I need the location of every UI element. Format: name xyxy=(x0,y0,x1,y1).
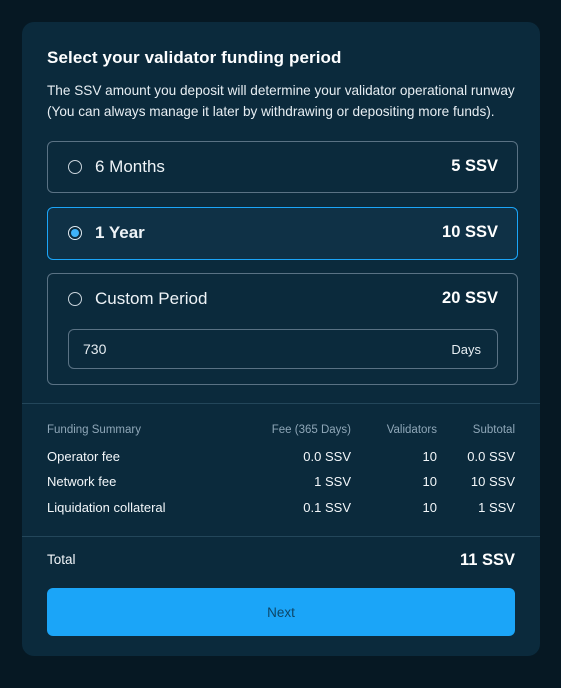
radio-1-year[interactable] xyxy=(68,226,82,240)
summary-row-label: Liquidation collateral xyxy=(47,500,166,515)
option-row: Custom Period 20 SSV xyxy=(48,274,517,325)
summary-row-validators: 10 xyxy=(422,474,437,489)
next-button[interactable]: Next xyxy=(47,588,515,636)
option-label: Custom Period xyxy=(95,289,208,308)
summary-row-subtotal: 10 SSV xyxy=(470,474,515,489)
summary-row-validators: 10 xyxy=(422,500,437,515)
summary-title: Funding Summary xyxy=(47,424,141,436)
summary-row-label: Operator fee xyxy=(47,449,120,464)
days-suffix: Days xyxy=(451,342,481,357)
option-row: 6 Months 5 SSV xyxy=(48,142,517,193)
radio-custom-period[interactable] xyxy=(68,292,82,306)
card-title: Select your validator funding period xyxy=(47,48,342,67)
summary-row-fee: 0.0 SSV xyxy=(303,449,351,464)
total-label: Total xyxy=(47,552,76,567)
option-6-months[interactable]: 6 Months 5 SSV xyxy=(47,141,518,193)
option-1-year[interactable]: 1 Year 10 SSV xyxy=(47,207,518,260)
summary-fee-header: Fee (365 Days) xyxy=(271,424,351,436)
option-row: 1 Year 10 SSV xyxy=(48,208,517,259)
summary-row-label: Network fee xyxy=(47,474,117,489)
summary-divider-bottom xyxy=(22,536,540,537)
card-description: The SSV amount you deposit will determin… xyxy=(47,83,515,119)
summary-row-subtotal: 1 SSV xyxy=(478,500,515,515)
summary-row-validators: 10 xyxy=(422,449,437,464)
summary-row-subtotal: 0.0 SSV xyxy=(467,449,515,464)
option-label: 1 Year xyxy=(95,223,145,242)
option-price: 20 SSV xyxy=(442,289,498,307)
summary-row-fee: 0.1 SSV xyxy=(303,500,351,515)
option-custom-period[interactable]: Custom Period 20 SSV Days xyxy=(47,273,518,385)
custom-days-field[interactable]: Days xyxy=(68,329,498,369)
option-label: 6 Months xyxy=(95,157,165,176)
summary-validators-header: Validators xyxy=(386,424,437,436)
option-price: 5 SSV xyxy=(451,157,498,175)
summary-subtotal-header: Subtotal xyxy=(472,424,515,436)
summary-row-fee: 1 SSV xyxy=(314,474,351,489)
summary-divider-top xyxy=(22,403,540,404)
total-value: 11 SSV xyxy=(459,551,515,569)
option-price: 10 SSV xyxy=(442,223,498,241)
radio-6-months[interactable] xyxy=(68,160,82,174)
funding-period-card: Select your validator funding period The… xyxy=(22,22,540,656)
custom-days-input[interactable] xyxy=(83,330,383,368)
